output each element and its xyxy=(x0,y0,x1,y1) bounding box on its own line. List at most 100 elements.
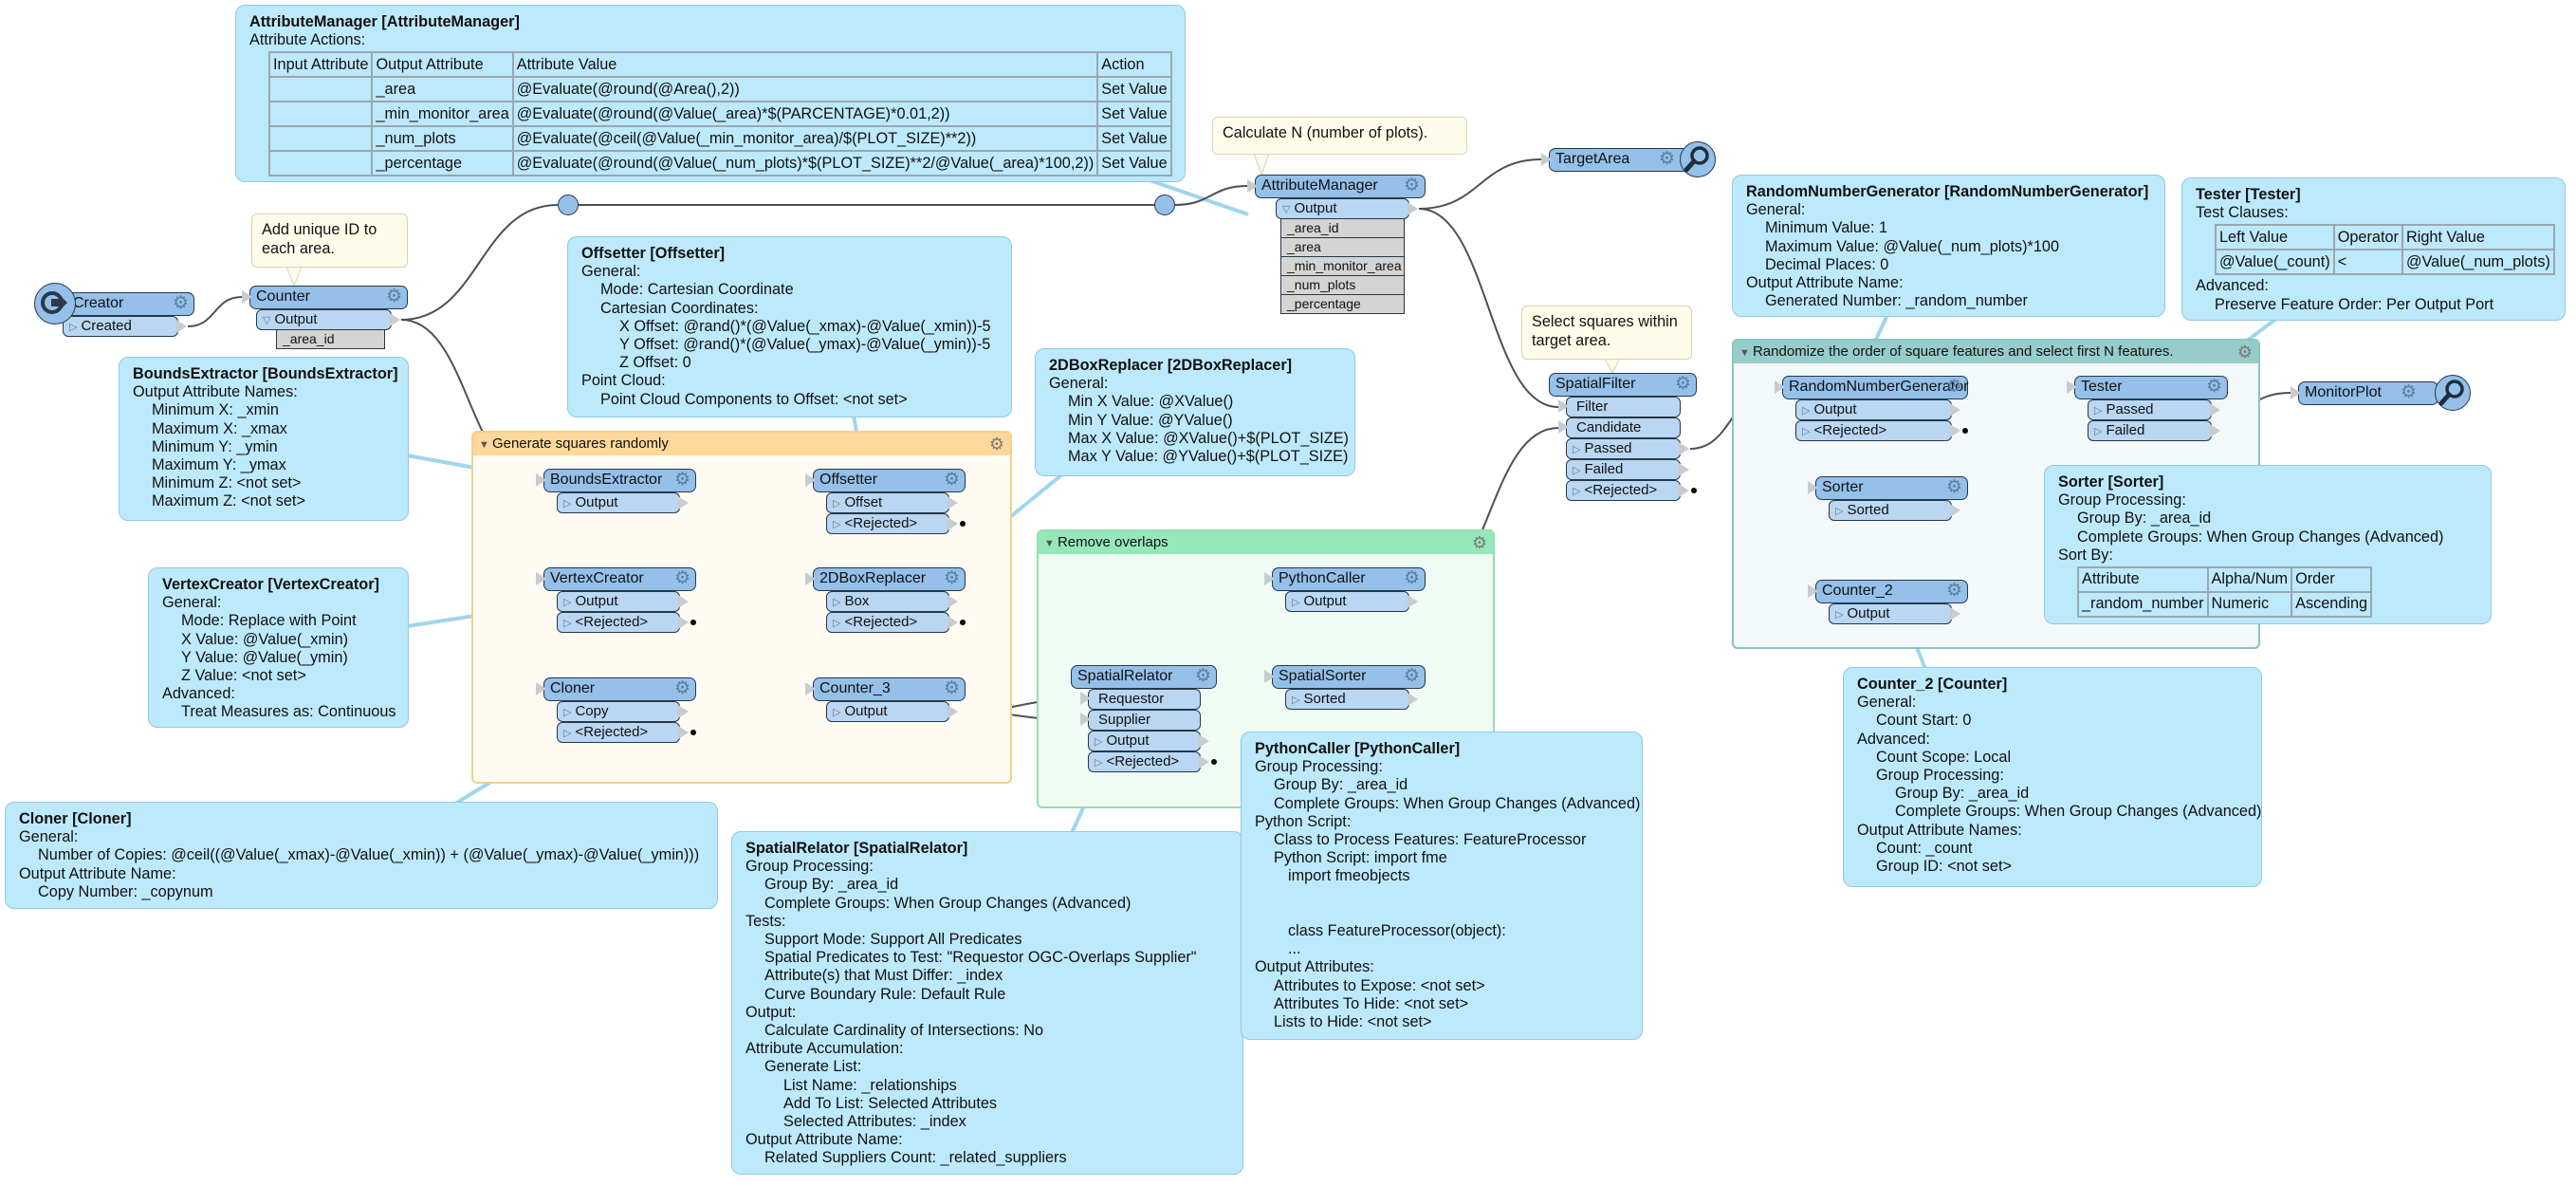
collapse-triangle-icon[interactable]: ▷ xyxy=(563,597,571,608)
output-port-icon[interactable] xyxy=(176,320,187,333)
input-port-icon[interactable] xyxy=(805,682,816,695)
input-port-icon[interactable] xyxy=(1808,481,1818,494)
annotation-sorter[interactable]: Sorter [Sorter] Group Processing: Group By… xyxy=(2044,465,2492,624)
output-port-sorted[interactable]: ▷ Sorted xyxy=(1829,500,1960,521)
collapse-triangle-icon[interactable]: ▷ xyxy=(1802,405,1810,417)
transformer-header[interactable]: PythonCaller ⚙ xyxy=(1264,567,1426,591)
inspector-magnifier-icon[interactable] xyxy=(2435,375,2471,411)
transformer-header[interactable]: VertexCreator ⚙ xyxy=(536,567,696,591)
annotation-python[interactable]: PythonCaller [PythonCaller] Group Process… xyxy=(1241,732,1643,1040)
transformer-header[interactable]: SpatialRelator ⚙ xyxy=(1071,665,1217,689)
output-port-icon[interactable] xyxy=(678,705,689,718)
input-port-icon[interactable] xyxy=(805,572,816,585)
output-port-icon[interactable] xyxy=(1199,755,1209,769)
output-port-passed[interactable]: ▷ Passed xyxy=(1566,438,1689,459)
transformer-header[interactable]: Offsetter ⚙ xyxy=(805,469,966,492)
transformer-header[interactable]: 2DBoxReplacer ⚙ xyxy=(805,567,966,591)
collapse-triangle-icon[interactable]: ▼ xyxy=(479,439,492,451)
transformer-header[interactable]: Sorter ⚙ xyxy=(1808,476,1968,500)
input-port-icon[interactable] xyxy=(536,473,546,487)
output-port-icon[interactable] xyxy=(1679,484,1689,497)
output-port-icon[interactable] xyxy=(1679,463,1689,476)
output-port-output[interactable]: ▽ Output xyxy=(1276,198,1418,219)
gear-icon[interactable]: ⚙ xyxy=(1946,377,1962,398)
input-port-icon[interactable] xyxy=(1808,584,1818,598)
output-port-icon[interactable] xyxy=(390,313,400,326)
transformer-header[interactable]: Counter_3 ⚙ xyxy=(805,677,966,701)
output-port-icon[interactable] xyxy=(678,726,689,739)
transformer-header[interactable]: Tester ⚙ xyxy=(2067,376,2228,399)
input-port-icon[interactable] xyxy=(536,682,546,695)
output-port-failed[interactable]: ▷ Failed xyxy=(1566,459,1689,480)
gear-icon[interactable]: ⚙ xyxy=(674,678,690,699)
collapse-triangle-icon[interactable]: ▷ xyxy=(833,618,840,629)
comment-calc-n[interactable]: Calculate N (number of plots). xyxy=(1212,117,1467,155)
gear-icon[interactable]: ⚙ xyxy=(1472,531,1487,554)
annotation-vertex[interactable]: VertexCreator [VertexCreator] General: Mod… xyxy=(148,567,409,728)
input-port-icon[interactable] xyxy=(2291,386,2301,399)
gear-icon[interactable]: ⚙ xyxy=(1946,477,1962,498)
output-port-offset[interactable]: ▷ Offset xyxy=(826,492,958,513)
collapse-triangle-icon[interactable]: ▷ xyxy=(2094,426,2102,437)
output-port-icon[interactable] xyxy=(948,595,958,608)
output-port-failed[interactable]: ▷ Failed xyxy=(2088,420,2220,441)
output-port-icon[interactable] xyxy=(1408,202,1418,215)
collapse-triangle-icon[interactable]: ▷ xyxy=(1095,736,1102,748)
collapse-triangle-icon[interactable]: ▷ xyxy=(563,618,571,629)
collapse-triangle-icon[interactable]: ▷ xyxy=(833,597,840,608)
gear-icon[interactable]: ⚙ xyxy=(1404,568,1420,589)
output-port-icon[interactable] xyxy=(2210,424,2220,437)
connection-line[interactable] xyxy=(187,296,243,327)
connection-line[interactable] xyxy=(400,204,559,321)
collapse-triangle-icon[interactable]: ▼ xyxy=(1739,347,1753,359)
transformer-header[interactable]: Counter_2 ⚙ xyxy=(1808,580,1968,603)
transformer-header[interactable]: SpatialFilter ⚙ xyxy=(1549,373,1697,397)
input-port-requestor[interactable]: Requestor xyxy=(1080,689,1201,710)
output-port-output[interactable]: ▷ Output xyxy=(826,701,958,722)
collapse-triangle-icon[interactable]: ▷ xyxy=(1292,695,1299,706)
output-port-rejected[interactable]: ▷ <Rejected> xyxy=(826,612,966,633)
junction-point[interactable] xyxy=(558,195,579,215)
transformer-header[interactable]: RandomNumberGenerator ⚙ xyxy=(1775,376,1968,399)
expand-triangle-icon[interactable]: ▽ xyxy=(1282,204,1290,215)
output-port-icon[interactable] xyxy=(1408,693,1418,706)
collapse-triangle-icon[interactable]: ▷ xyxy=(1573,486,1580,497)
connection-line[interactable] xyxy=(1174,185,1248,206)
bookmark-header[interactable]: ▼ Remove overlaps ⚙ xyxy=(1039,531,1493,554)
output-port-icon[interactable] xyxy=(1950,607,1960,621)
annotation-bounds[interactable]: BoundsExtractor [BoundsExtractor] Output … xyxy=(119,357,409,521)
transformer-header[interactable]: AttributeManager ⚙ xyxy=(1247,175,1426,198)
collapse-triangle-icon[interactable]: ▷ xyxy=(563,728,571,739)
gear-icon[interactable]: ⚙ xyxy=(944,470,960,491)
gear-icon[interactable]: ⚙ xyxy=(674,568,690,589)
collapse-triangle-icon[interactable]: ▷ xyxy=(563,498,571,510)
output-port-rejected[interactable]: ▷ <Rejected> xyxy=(1566,480,1697,501)
collapse-triangle-icon[interactable]: ▷ xyxy=(833,498,840,510)
output-port-copy[interactable]: ▷ Copy xyxy=(557,701,689,722)
input-port-icon[interactable] xyxy=(1264,572,1275,585)
annotation-tester[interactable]: Tester [Tester] Test Clauses: Left Value Op… xyxy=(2181,177,2566,321)
gear-icon[interactable]: ⚙ xyxy=(1404,666,1420,687)
input-port-supplier[interactable]: Supplier xyxy=(1080,710,1201,731)
output-port-icon[interactable] xyxy=(678,595,689,608)
input-port-icon[interactable] xyxy=(1558,399,1569,413)
expand-triangle-icon[interactable]: ▽ xyxy=(263,315,270,326)
input-port-icon[interactable] xyxy=(1558,420,1569,434)
bookmark-header[interactable]: ▼ Generate squares randomly ⚙ xyxy=(473,433,1010,455)
connection-line[interactable] xyxy=(1418,158,1542,210)
gear-icon[interactable]: ⚙ xyxy=(674,470,690,491)
output-port-output[interactable]: ▷ Output xyxy=(1829,603,1960,624)
collapse-triangle-icon[interactable]: ▷ xyxy=(1835,506,1843,517)
collapse-triangle-icon[interactable]: ▷ xyxy=(1292,597,1299,608)
gear-icon[interactable]: ⚙ xyxy=(944,678,960,699)
gear-icon[interactable]: ⚙ xyxy=(989,433,1004,455)
annotation-offsetter[interactable]: Offsetter [Offsetter] General: Mode: Carte… xyxy=(567,236,1012,417)
input-port-icon[interactable] xyxy=(1541,153,1552,166)
output-port-rejected[interactable]: ▷ <Rejected> xyxy=(826,513,966,534)
output-port-rejected[interactable]: ▷ <Rejected> xyxy=(1088,751,1217,772)
output-port-sorted[interactable]: ▷ Sorted xyxy=(1285,689,1418,710)
gear-icon[interactable]: ⚙ xyxy=(2206,377,2222,398)
transformer-header[interactable]: MonitorPlot ⚙ xyxy=(2291,381,2438,405)
output-port-icon[interactable] xyxy=(1950,504,1960,517)
output-port-rejected[interactable]: ▷ <Rejected> xyxy=(1795,420,1968,441)
